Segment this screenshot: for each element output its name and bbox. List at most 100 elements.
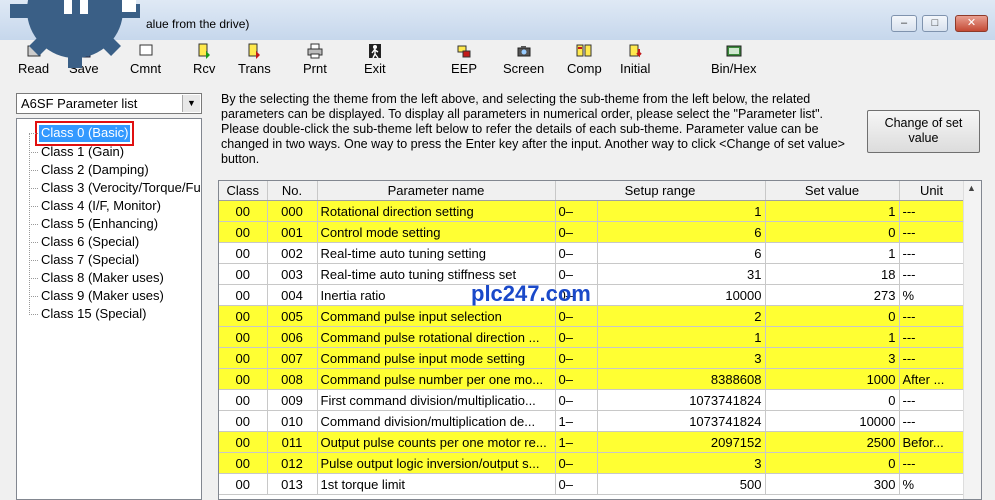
tree-item-class-2[interactable]: Class 2 (Damping) bbox=[29, 162, 151, 179]
cell-unit: % bbox=[899, 473, 965, 495]
cell-range-max: 1 bbox=[597, 326, 766, 348]
eep-button[interactable]: EEP bbox=[451, 43, 477, 76]
table-row[interactable]: 00 002 Real-time auto tuning setting 0– 6 1 --… bbox=[219, 242, 965, 264]
table-row[interactable]: 00 010 Command division/multiplication de.… bbox=[219, 410, 965, 432]
table-row[interactable]: 00 000 Rotational direction setting 0– 1 1 --- bbox=[219, 200, 965, 222]
tree-item-class-9[interactable]: Class 9 (Maker uses) bbox=[29, 288, 166, 305]
cell-set-value[interactable]: 0 bbox=[765, 452, 900, 474]
tree-item-class-4[interactable]: Class 4 (I/F, Monitor) bbox=[29, 198, 163, 215]
maximize-button[interactable]: □ bbox=[922, 15, 948, 32]
table-row[interactable]: 00 001 Control mode setting 0– 6 0 --- bbox=[219, 221, 965, 243]
cell-range-max: 2 bbox=[597, 305, 766, 327]
header-unit[interactable]: Unit bbox=[899, 181, 965, 201]
cell-class: 00 bbox=[219, 326, 268, 348]
cell-range-min: 1– bbox=[555, 431, 598, 453]
exit-button[interactable]: Exit bbox=[364, 43, 386, 76]
cell-range-min: 1– bbox=[555, 410, 598, 432]
cell-set-value[interactable]: 300 bbox=[765, 473, 900, 495]
table-row[interactable]: 00 011 Output pulse counts per one motor r… bbox=[219, 431, 965, 453]
cell-unit: --- bbox=[899, 389, 965, 411]
cell-range-min: 0– bbox=[555, 326, 598, 348]
cell-unit: --- bbox=[899, 305, 965, 327]
header-parameter-name[interactable]: Parameter name bbox=[317, 181, 556, 201]
binhex-button[interactable]: Bin/Hex bbox=[711, 43, 757, 76]
screen-button[interactable]: Screen bbox=[503, 43, 544, 76]
cell-set-value[interactable]: 18 bbox=[765, 263, 900, 285]
cell-unit: --- bbox=[899, 452, 965, 474]
cell-range-min: 0– bbox=[555, 473, 598, 495]
cell-set-value[interactable]: 10000 bbox=[765, 410, 900, 432]
cell-unit: After ... bbox=[899, 368, 965, 390]
header-no[interactable]: No. bbox=[267, 181, 318, 201]
table-row[interactable]: 00 013 1st torque limit 0– 500 300% bbox=[219, 473, 965, 495]
cell-set-value[interactable]: 1 bbox=[765, 326, 900, 348]
tree-item-class-7[interactable]: Class 7 (Special) bbox=[28, 252, 141, 269]
change-button-line2: value bbox=[908, 131, 939, 145]
table-row[interactable]: 00 012 Pulse output logic inversion/output… bbox=[219, 452, 965, 474]
table-row[interactable]: 00 008 Command pulse number per one mo... 0… bbox=[219, 368, 965, 390]
cell-class: 00 bbox=[219, 431, 268, 453]
vertical-scrollbar[interactable]: ▲ bbox=[963, 181, 981, 499]
tree-item-class-3[interactable]: Class 3 (Verocity/Torque/Fu bbox=[29, 180, 201, 197]
cell-set-value[interactable]: 2500 bbox=[765, 431, 900, 453]
exit-icon bbox=[368, 44, 381, 59]
tree-item-class-5[interactable]: Class 5 (Enhancing) bbox=[28, 216, 160, 233]
cell-range-max: 1073741824 bbox=[597, 410, 766, 432]
cell-set-value[interactable]: 0 bbox=[765, 221, 900, 243]
cell-number: 010 bbox=[267, 410, 318, 432]
cell-range-min: 0– bbox=[555, 200, 598, 222]
tree-item-class-8[interactable]: Class 8 (Maker uses) bbox=[29, 270, 166, 287]
change-set-value-button[interactable]: Change of set value bbox=[867, 110, 980, 153]
tree-item-class-6[interactable]: Class 6 (Special) bbox=[28, 234, 141, 251]
table-row[interactable]: 00 003 Real-time auto tuning stiffness set… bbox=[219, 263, 965, 285]
cell-class: 00 bbox=[219, 284, 268, 306]
cell-class: 00 bbox=[219, 410, 268, 432]
cell-unit: --- bbox=[899, 263, 965, 285]
table-row[interactable]: 00 004 Inertia ratio 0– 10000 273% bbox=[219, 284, 965, 306]
compare-button[interactable]: Comp bbox=[567, 43, 602, 76]
cell-class: 00 bbox=[219, 389, 268, 411]
header-set-value[interactable]: Set value bbox=[765, 181, 900, 201]
cell-unit: --- bbox=[899, 242, 965, 264]
transfer-button[interactable]: Trans bbox=[238, 43, 271, 76]
cell-number: 005 bbox=[267, 305, 318, 327]
scroll-up-icon[interactable]: ▲ bbox=[967, 183, 976, 193]
cell-set-value[interactable]: 273 bbox=[765, 284, 900, 306]
table-row[interactable]: 00 006 Command pulse rotational direction … bbox=[219, 326, 965, 348]
cell-range-max: 1073741824 bbox=[597, 389, 766, 411]
chevron-down-icon[interactable]: ▼ bbox=[182, 95, 200, 112]
cell-set-value[interactable]: 0 bbox=[765, 305, 900, 327]
transfer-label: Trans bbox=[238, 61, 271, 76]
table-row[interactable]: 00 009 First command division/multiplicati… bbox=[219, 389, 965, 411]
print-icon bbox=[307, 43, 323, 59]
cell-parameter-name: Command pulse input selection bbox=[317, 305, 556, 327]
cell-parameter-name: Control mode setting bbox=[317, 221, 556, 243]
print-button[interactable]: Prnt bbox=[303, 43, 327, 76]
table-row[interactable]: 00 005 Command pulse input selection 0– 2 0 --… bbox=[219, 305, 965, 327]
cell-set-value[interactable]: 1 bbox=[765, 242, 900, 264]
cell-set-value[interactable]: 3 bbox=[765, 347, 900, 369]
cell-class: 00 bbox=[219, 242, 268, 264]
initial-button[interactable]: Initial bbox=[620, 43, 650, 76]
table-row[interactable]: 00 007 Command pulse input mode setting 0– 3… bbox=[219, 347, 965, 369]
cell-set-value[interactable]: 0 bbox=[765, 389, 900, 411]
parameter-table: Class No. Parameter name Setup range Set… bbox=[218, 180, 982, 500]
cell-class: 00 bbox=[219, 473, 268, 495]
tree-item-class-0[interactable]: Class 0 (Basic) bbox=[28, 121, 135, 146]
header-class[interactable]: Class bbox=[219, 181, 268, 201]
tree-item-class-1[interactable]: Class 1 (Gain) bbox=[28, 144, 126, 161]
cell-range-max: 1 bbox=[597, 200, 766, 222]
cell-range-min: 0– bbox=[555, 305, 598, 327]
minimize-button[interactable]: – bbox=[891, 15, 917, 32]
receive-button[interactable]: Rcv bbox=[193, 43, 215, 76]
transfer-icon bbox=[248, 43, 261, 59]
eep-label: EEP bbox=[451, 61, 478, 76]
close-button[interactable]: ✕ bbox=[955, 15, 988, 32]
cell-range-max: 31 bbox=[597, 263, 766, 285]
parameter-list-select[interactable]: A6SF Parameter list ▼ bbox=[16, 93, 202, 114]
tree-item-class-15[interactable]: Class 15 (Special) bbox=[29, 306, 149, 323]
cell-set-value[interactable]: 1000 bbox=[765, 368, 900, 390]
watermark-text: plc247.com bbox=[471, 281, 591, 306]
header-setup-range[interactable]: Setup range bbox=[555, 181, 766, 201]
cell-set-value[interactable]: 1 bbox=[765, 200, 900, 222]
